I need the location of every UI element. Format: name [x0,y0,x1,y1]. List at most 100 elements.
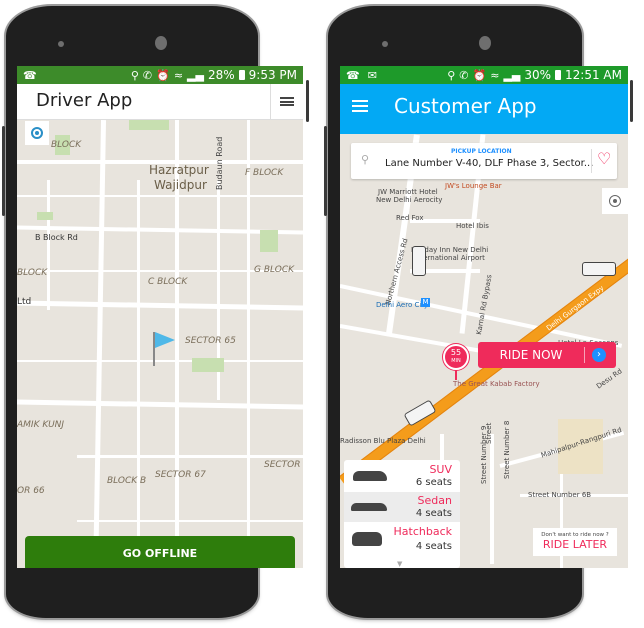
map-label: New Delhi Aerocity [376,196,443,204]
driver-map[interactable]: BLOCK Hazratpur Wajidpur Budaun Road F B… [17,120,303,568]
pickup-search-bar[interactable]: ⚲ PICKUP LOCATION Lane Number V-40, DLF … [351,143,617,179]
front-camera [479,36,491,50]
status-bar: ☎ ⚲ ✆ ⏰ ≈ ▂▄ 28% 9:53 PM [17,66,303,84]
vehicle-option-sedan[interactable]: Sedan 4 seats [344,492,460,522]
power-button [630,80,633,122]
car-marker [582,262,616,276]
scroll-down-icon[interactable]: ▼ [397,560,402,568]
eta-value: 55 [450,348,462,357]
map-label: Hotel Ibis [456,222,489,230]
signal-icon: ▂▄ [187,68,204,82]
signal-icon: ▂▄ [503,68,521,82]
wifi-call-icon: ✆ [459,68,469,82]
map-label: BLOCK B [107,476,147,486]
chevron-right-icon: › [592,348,606,362]
pickup-address[interactable]: Lane Number V-40, DLF Phase 3, Sector... [385,158,593,169]
vehicle-seats: 4 seats [415,541,452,552]
wifi-call-icon: ✆ [142,68,153,82]
map-label: JW Marriott Hotel [378,188,438,196]
suv-icon [353,471,387,481]
map-label: OR 66 [17,486,45,496]
front-camera [155,36,167,50]
pickup-caption: PICKUP LOCATION [451,148,512,155]
vehicle-option-hatchback[interactable]: Hatchback 4 seats [344,522,460,558]
map-label: Delhi Gurgaon Expy [545,284,606,333]
hatchback-icon [352,532,382,546]
map-label: Desu Rd [595,367,624,391]
phone-icon: ☎ [346,68,360,82]
map-label: Ltd [17,297,32,307]
status-bar: ☎ ✉ ⚲ ✆ ⏰ ≈ ▂▄ 30% 12:51 AM [340,66,628,84]
vehicle-selector: SUV 6 seats Sedan 4 seats Hatchback 4 se… [344,460,460,568]
customer-screen: ☎ ✉ ⚲ ✆ ⏰ ≈ ▂▄ 30% 12:51 AM Customer App [340,66,628,568]
locate-icon [609,195,621,207]
ride-now-label: RIDE NOW [499,348,563,362]
front-sensor [58,41,64,47]
heart-icon[interactable]: ♡ [597,149,611,168]
vehicle-option-suv[interactable]: SUV 6 seats [344,460,460,492]
locate-button[interactable] [25,121,49,145]
map-label: BLOCK [17,268,48,278]
map-label: G BLOCK [254,265,295,275]
map-label: Street Number 8 [503,420,511,479]
battery-percent: 28% [207,68,235,82]
menu-button[interactable] [352,100,372,118]
battery-percent: 30% [524,68,552,82]
map-label: SECTOR 6 [264,460,303,470]
divider [591,149,592,173]
map-label: Wajidpur [154,178,207,192]
go-offline-button[interactable]: GO OFFLINE [25,536,295,568]
battery-icon [238,70,245,80]
vehicle-name: SUV [429,463,452,476]
hamburger-icon [280,97,294,106]
map-label: The Great Kabab Factory [453,380,540,388]
wifi-icon: ≈ [173,68,184,82]
wifi-icon: ≈ [490,68,500,82]
map-label: C BLOCK [148,277,188,287]
map-label: SECTOR 65 [185,336,236,346]
map-label: B Block Rd [35,233,78,242]
eta-pin: 55 MIN [443,344,469,370]
volume-button [324,126,327,216]
locate-button[interactable] [602,188,628,214]
volume-button [2,126,5,216]
location-pin-icon: ⚲ [447,68,456,82]
mail-icon: ✉ [367,68,377,82]
vehicle-seats: 4 seats [415,508,452,519]
phone-icon: ☎ [23,68,37,82]
clock: 9:53 PM [248,68,297,82]
driver-phone: ☎ ⚲ ✆ ⏰ ≈ ▂▄ 28% 9:53 PM Driver App BLOC… [2,6,309,618]
map-label: Radisson Blu Plaza Delhi [340,437,426,445]
vehicle-name: Hatchback [393,525,453,538]
search-icon: ⚲ [361,153,370,166]
locate-icon [31,127,43,139]
page-title: Customer App [394,94,537,118]
map-label: SECTOR 67 [155,470,206,480]
hamburger-icon [352,100,368,112]
ride-later-label: RIDE LATER [542,538,608,551]
menu-button[interactable] [270,84,303,119]
ride-now-button[interactable]: RIDE NOW › [478,342,616,368]
vehicle-name: Sedan [417,494,452,507]
map-label: Red Fox [396,214,424,222]
map-label: Street [485,422,493,444]
app-header: Driver App [17,84,303,120]
sedan-icon [351,503,387,511]
map-label: AMIK KUNJ [17,420,65,430]
customer-phone: ☎ ✉ ⚲ ✆ ⏰ ≈ ▂▄ 30% 12:51 AM Customer App [324,6,633,618]
app-header: Customer App [340,84,628,134]
map-label: Street Number 6B [528,491,592,499]
location-pin-icon: ⚲ [130,68,139,82]
power-button [306,80,309,122]
alarm-icon: ⏰ [156,68,170,82]
metro-badge: M [421,298,430,307]
eta-unit: MIN [451,358,461,364]
customer-map[interactable]: JW's Lounge Bar JW Marriott Hotel New De… [340,134,628,568]
map-label: JW's Lounge Bar [445,182,502,190]
ride-later-button[interactable]: Don't want to ride now ? RIDE LATER [533,528,617,556]
map-label: F BLOCK [245,168,284,178]
driver-screen: ☎ ⚲ ✆ ⏰ ≈ ▂▄ 28% 9:53 PM Driver App BLOC… [17,66,303,568]
alarm-icon: ⏰ [472,68,487,82]
map-label: Karnal Rd Bypass [475,274,494,336]
vehicle-seats: 6 seats [415,477,452,488]
